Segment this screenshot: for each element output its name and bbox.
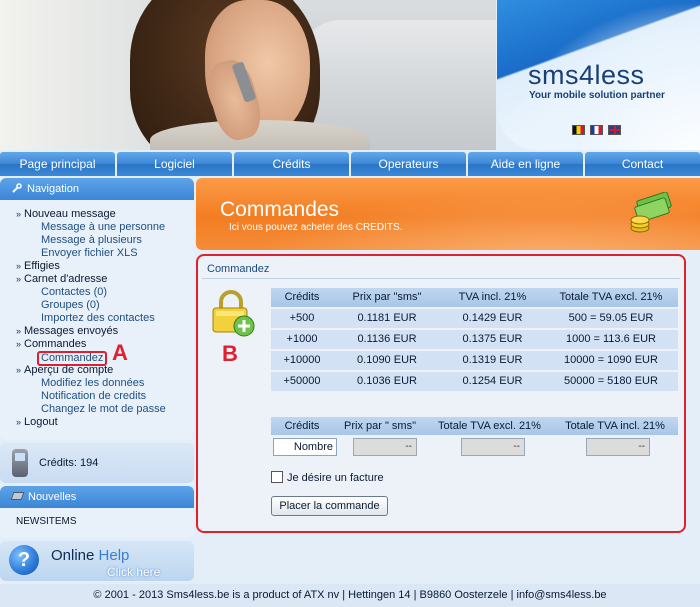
total-excl-field: -- [461, 438, 525, 456]
menu-message-plusieurs[interactable]: Message à plusieurs [0, 234, 194, 247]
news-title: Nouvelles [0, 486, 194, 508]
header-photo [0, 0, 496, 150]
menu-importez-contactes[interactable]: Importez des contactes [0, 312, 194, 325]
col-prix-sms: Prix par " sms" [344, 420, 416, 432]
nav-operateurs[interactable]: Operateurs [351, 152, 466, 176]
place-order-button[interactable]: Placer la commande [271, 496, 388, 516]
page-title: Commandes [220, 198, 340, 221]
total-incl-field: -- [586, 438, 650, 456]
menu-messages-envoyes[interactable]: » Messages envoyés [0, 325, 194, 338]
col-tva-incl: TVA incl. 21% [458, 291, 527, 303]
menu-envoyer-xls[interactable]: Envoyer fichier XLS [0, 247, 194, 260]
arrow-icon: » [16, 339, 22, 349]
menu-effigies[interactable]: » Effigies [0, 260, 194, 273]
sidebar-title: Navigation [0, 178, 194, 200]
col-credits: Crédits [284, 420, 320, 432]
col-total-excl: Totale TVA excl. 21% [438, 420, 541, 432]
help-icon: ? [9, 545, 39, 575]
help-click-here[interactable]: Click here [107, 565, 160, 579]
news-items: NEWSITEMS [16, 516, 77, 527]
wrench-icon [12, 183, 22, 193]
footer: © 2001 - 2013 Sms4less.be is a product o… [0, 584, 700, 607]
menu-commandes[interactable]: » Commandes [0, 338, 194, 351]
order-panel: Commandez B Crédits Prix par "sms" TVA i… [196, 254, 686, 533]
arrow-icon: » [16, 326, 22, 336]
lock-add-icon [212, 290, 255, 337]
arrow-icon: » [16, 261, 22, 271]
header-logo-area: sms4less Your mobile solution partner [497, 0, 700, 150]
sidebar-navigation: Navigation » Nouveau message Message à un… [0, 178, 194, 440]
page-banner: Commandes Ici vous pouvez acheter des CR… [196, 178, 700, 250]
nav-aide-en-ligne[interactable]: Aide en ligne [468, 152, 583, 176]
menu-carnet-adresse[interactable]: » Carnet d'adresse [0, 273, 194, 286]
online-help-button[interactable]: ? Online Help Click here [0, 541, 194, 581]
menu-contactes[interactable]: Contactes (0) [0, 286, 194, 299]
page-subtitle: Ici vous pouvez acheter des CREDITS. [229, 222, 403, 233]
table-row: +50000 0.1036 EUR 0.1254 EUR 50000 = 518… [271, 372, 678, 391]
annotation-b: B [222, 341, 238, 366]
price-per-sms-field: -- [353, 438, 417, 456]
invoice-checkbox[interactable] [271, 471, 283, 483]
nav-page-principal[interactable]: Page principal [0, 152, 115, 176]
arrow-icon: » [16, 365, 22, 375]
credits-quantity-input[interactable] [273, 438, 337, 456]
nav-logiciel[interactable]: Logiciel [117, 152, 232, 176]
menu-nouveau-message[interactable]: » Nouveau message [0, 208, 194, 221]
table-row: +500 0.1181 EUR 0.1429 EUR 500 = 59.05 E… [271, 309, 678, 328]
nav-contact[interactable]: Contact [585, 152, 700, 176]
money-icon [630, 192, 672, 233]
menu-notification-credits[interactable]: Notification de credits [0, 390, 194, 403]
flag-fr-icon[interactable] [590, 125, 603, 135]
mobile-phone-icon [12, 449, 28, 477]
nav-credits[interactable]: Crédits [234, 152, 349, 176]
col-total-excl: Totale TVA excl. 21% [559, 291, 663, 303]
menu-modifiez-donnees[interactable]: Modifiez les données [0, 377, 194, 390]
menu-logout[interactable]: » Logout [0, 416, 194, 429]
price-table: Crédits Prix par "sms" TVA incl. 21% Tot… [271, 288, 678, 391]
col-credits: Crédits [284, 291, 320, 303]
arrow-icon: » [16, 209, 22, 219]
table-row: +1000 0.1136 EUR 0.1375 EUR 1000 = 113.6… [271, 330, 678, 349]
flag-uk-icon[interactable] [608, 125, 621, 135]
news-icon [10, 492, 25, 500]
help-title: Online Help [51, 547, 130, 564]
annotation-a: A [112, 340, 128, 365]
news-box: Nouvelles NEWSITEMS [0, 486, 194, 538]
logo[interactable]: sms4less [528, 60, 645, 91]
menu-changez-mot-de-passe[interactable]: Changez le mot de passe [0, 403, 194, 416]
menu-groupes[interactable]: Groupes (0) [0, 299, 194, 312]
tagline: Your mobile solution partner [529, 90, 665, 101]
table-header: Crédits Prix par " sms" Totale TVA excl.… [271, 417, 678, 435]
invoice-checkbox-label[interactable]: Je désire un facture [287, 472, 384, 484]
col-prix-sms: Prix par "sms" [352, 291, 422, 303]
panel-title: Commandez [207, 263, 270, 275]
menu-apercu-compte[interactable]: » Aperçu de compte [0, 364, 194, 377]
credit-box: Crédits: 194 [0, 443, 194, 483]
table-header: Crédits Prix par "sms" TVA incl. 21% Tot… [271, 288, 678, 307]
main-nav: Page principal Logiciel Crédits Operateu… [0, 152, 700, 176]
col-total-incl: Totale TVA incl. 21% [565, 420, 665, 432]
arrow-icon: » [16, 417, 22, 427]
credit-count: Crédits: 194 [39, 457, 99, 469]
menu-message-une-personne[interactable]: Message à une personne [0, 221, 194, 234]
table-row: +10000 0.1090 EUR 0.1319 EUR 10000 = 109… [271, 351, 678, 370]
flag-be-icon[interactable] [572, 125, 585, 135]
order-table: Crédits Prix par " sms" Totale TVA excl.… [271, 417, 678, 435]
arrow-icon: » [16, 274, 22, 284]
